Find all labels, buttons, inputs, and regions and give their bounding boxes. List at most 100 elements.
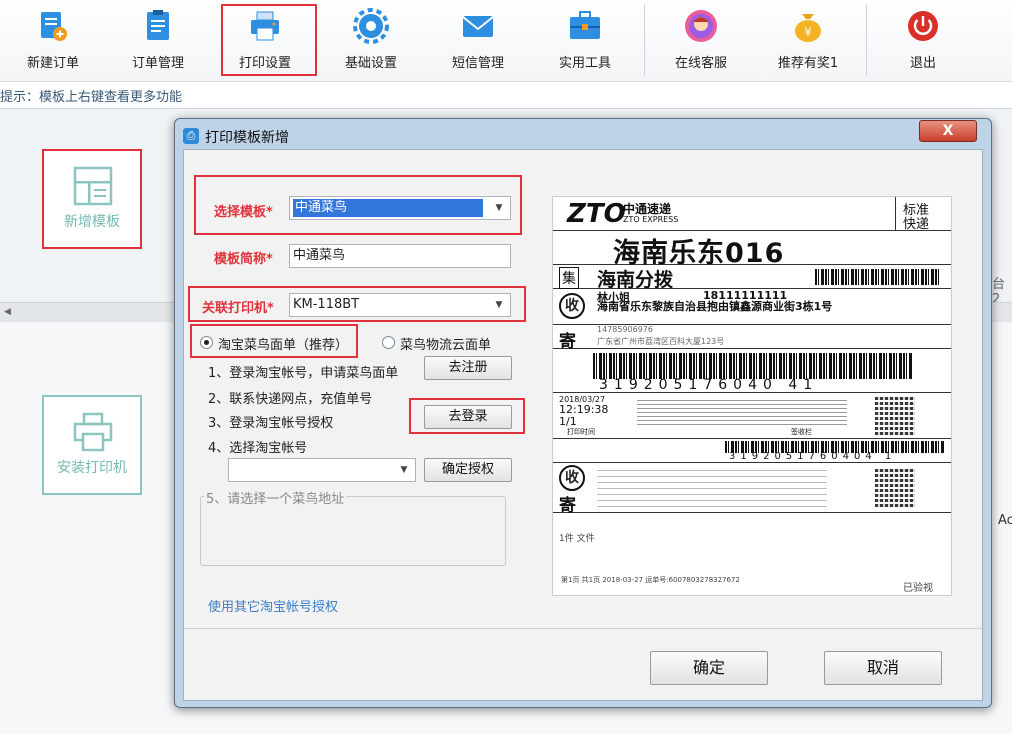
- register-button[interactable]: 去注册: [424, 356, 512, 380]
- toolbar-referral-button[interactable]: ¥ 推荐有奖1: [755, 0, 861, 82]
- dialog-close-button[interactable]: X: [919, 120, 977, 142]
- mail-icon: [462, 16, 494, 37]
- lp-recv-row: 收 林小姐 18111111111 海南省乐东黎族自治县抱由镇鑫源商业街3栋1号: [553, 289, 951, 325]
- toolbar-support-label: 在线客服: [674, 56, 727, 71]
- lp-sender-addr: 广东省广州市荔湾区百科大厦123号: [597, 337, 725, 346]
- lp-hub-barcode: [815, 269, 941, 285]
- side-text-2: Ac: [998, 513, 1012, 528]
- lp-recv2-tag: 收: [559, 465, 585, 491]
- lp-recv-tag: 收: [559, 293, 585, 319]
- toolbar-sms-label: 短信管理: [451, 56, 504, 71]
- lp-fine-print: [637, 399, 847, 425]
- lp-dest-row: 海南乐东016: [553, 231, 951, 269]
- toolbar-order-manage-button[interactable]: 订单管理: [105, 0, 211, 82]
- zto-logo: ZTO: [567, 199, 626, 229]
- toolbar-basic-settings-label: 基础设置: [344, 56, 397, 71]
- toolbar-new-order-label: 新建订单: [26, 56, 79, 71]
- toolbar-order-manage-label: 订单管理: [131, 56, 184, 71]
- cloud-waybill-label: 菜鸟物流云面单: [400, 338, 492, 353]
- toolbar-separator-2: [866, 4, 867, 76]
- lp-info-row: 2018/03/27 12:19:38 1/1 打印时间 签收栏: [553, 393, 951, 439]
- money-bag-icon: ¥: [795, 14, 821, 42]
- account-select[interactable]: ▼: [228, 458, 416, 482]
- lp-doc: 1件 文件: [559, 534, 595, 544]
- install-printer-icon: [73, 412, 113, 452]
- highlight-box-print-settings: [221, 4, 317, 76]
- alias-input[interactable]: 中通菜鸟: [289, 244, 511, 268]
- toolbar-separator: [644, 4, 645, 76]
- ok-button[interactable]: 确定: [650, 651, 768, 685]
- printer-select-value: KM-118BT: [293, 297, 360, 312]
- scroll-left-icon[interactable]: ◀: [4, 307, 11, 317]
- dialog-printer-icon: ⎙: [183, 128, 199, 144]
- toolbar-exit-button[interactable]: 退出: [870, 0, 976, 82]
- step4-text: 4、选择淘宝帐号: [208, 441, 308, 456]
- toolbar-support-button[interactable]: 在线客服: [648, 0, 754, 82]
- lp-tracking: 319205176040 41: [599, 377, 819, 393]
- hint-text: 提示：模板上右键查看更多功能: [0, 90, 183, 105]
- taobao-waybill-radio[interactable]: [200, 336, 213, 349]
- step2-text: 2、联系快递网点，充值单号: [208, 392, 373, 407]
- step1-text: 1、登录淘宝帐号，申请菜鸟面单: [208, 366, 399, 381]
- dialog-body: 选择模板* 中通菜鸟 ▼ 模板简称* 中通菜鸟 关联打印机* KM-118BT …: [183, 149, 983, 701]
- template-select[interactable]: 中通菜鸟 ▼: [289, 196, 511, 220]
- main-toolbar: 新建订单 订单管理 打印设置 基础设置 短信管理 实用工具 在线客服 ¥ 推荐有…: [0, 0, 1012, 82]
- toolbar-sms-button[interactable]: 短信管理: [425, 0, 531, 82]
- toolbar-referral-label: 推荐有奖1: [777, 56, 839, 71]
- lp-footer: 第1页 共1页 2018-03-27 运单号:6007803278327672: [561, 576, 740, 584]
- toolbar-tools-label: 实用工具: [558, 56, 611, 71]
- lp-signed: 签收栏: [791, 428, 812, 436]
- lp-recv2-fine-print: [597, 467, 827, 507]
- label-preview: ZTO 中通速递 ZTO EXPRESS 标准 快递 海南乐东016 集 海南分…: [552, 196, 952, 596]
- chevron-down-icon: ▼: [495, 300, 503, 310]
- toolbox-icon: [570, 11, 600, 39]
- power-icon: [908, 11, 938, 41]
- login-button[interactable]: 去登录: [424, 405, 512, 429]
- step3-text: 3、登录淘宝帐号授权: [208, 416, 334, 431]
- print-template-dialog: ⎙ 打印模板新增 X 选择模板* 中通菜鸟 ▼ 模板简称* 中通菜鸟 关联打印机…: [174, 118, 992, 708]
- order-list-icon: [147, 10, 169, 40]
- lp-divider: [895, 197, 896, 231]
- lp-header-row: ZTO 中通速递 ZTO EXPRESS 标准 快递: [553, 197, 951, 232]
- lp-qr-2: [875, 467, 915, 507]
- printer-label: 关联打印机*: [202, 301, 274, 316]
- chevron-down-icon: ▼: [400, 465, 408, 475]
- lp-tracking2: 3192051760404 1: [729, 451, 897, 462]
- dialog-title: 打印模板新增: [205, 130, 289, 146]
- install-printer-tile[interactable]: 安装打印机: [42, 395, 142, 495]
- svg-text:¥: ¥: [804, 25, 812, 39]
- cloud-waybill-radio[interactable]: [382, 336, 395, 349]
- lp-hub-row: 集 海南分拨: [553, 265, 951, 291]
- lp-collect-tag: 集: [559, 267, 579, 289]
- template-select-value: 中通菜鸟: [293, 199, 483, 217]
- printer-select[interactable]: KM-118BT ▼: [289, 293, 511, 317]
- support-icon: [685, 10, 717, 42]
- dialog-divider: [184, 628, 982, 629]
- lp-hub: 海南分拨: [597, 269, 674, 291]
- install-printer-label: 安装打印机: [57, 460, 127, 476]
- template-icon: [73, 166, 113, 206]
- toolbar-new-order-button[interactable]: 新建订单: [0, 0, 106, 82]
- chevron-down-icon: ▼: [495, 203, 503, 213]
- alias-label: 模板简称*: [214, 252, 273, 267]
- toolbar-exit-label: 退出: [909, 56, 936, 71]
- lp-sender-phone: 14785906976: [597, 325, 653, 334]
- lp-barcode2-row: 3192051760404 1: [553, 439, 951, 463]
- toolbar-tools-button[interactable]: 实用工具: [532, 0, 638, 82]
- lp-qr-1: [875, 395, 915, 435]
- gear-icon: [353, 8, 389, 44]
- lp-recv2-row: 收 寄: [553, 463, 951, 516]
- toolbar-basic-settings-button[interactable]: 基础设置: [318, 0, 424, 82]
- step5-text: 5、请选择一个菜鸟地址: [204, 488, 347, 507]
- cancel-button[interactable]: 取消: [824, 651, 942, 685]
- lp-std2: 快递: [903, 217, 930, 232]
- lp-checked: 已验视: [903, 583, 933, 594]
- other-account-link[interactable]: 使用其它淘宝帐号授权: [208, 596, 338, 615]
- add-template-label: 新增模板: [64, 214, 120, 230]
- new-order-icon: [41, 12, 67, 41]
- confirm-auth-button[interactable]: 确定授权: [424, 458, 512, 482]
- lp-send2-tag: 寄: [559, 496, 576, 516]
- add-template-tile[interactable]: 新增模板: [42, 149, 142, 249]
- template-label: 选择模板*: [214, 205, 273, 220]
- lp-send-row: 寄 14785906976 广东省广州市荔湾区百科大厦123号: [553, 325, 951, 352]
